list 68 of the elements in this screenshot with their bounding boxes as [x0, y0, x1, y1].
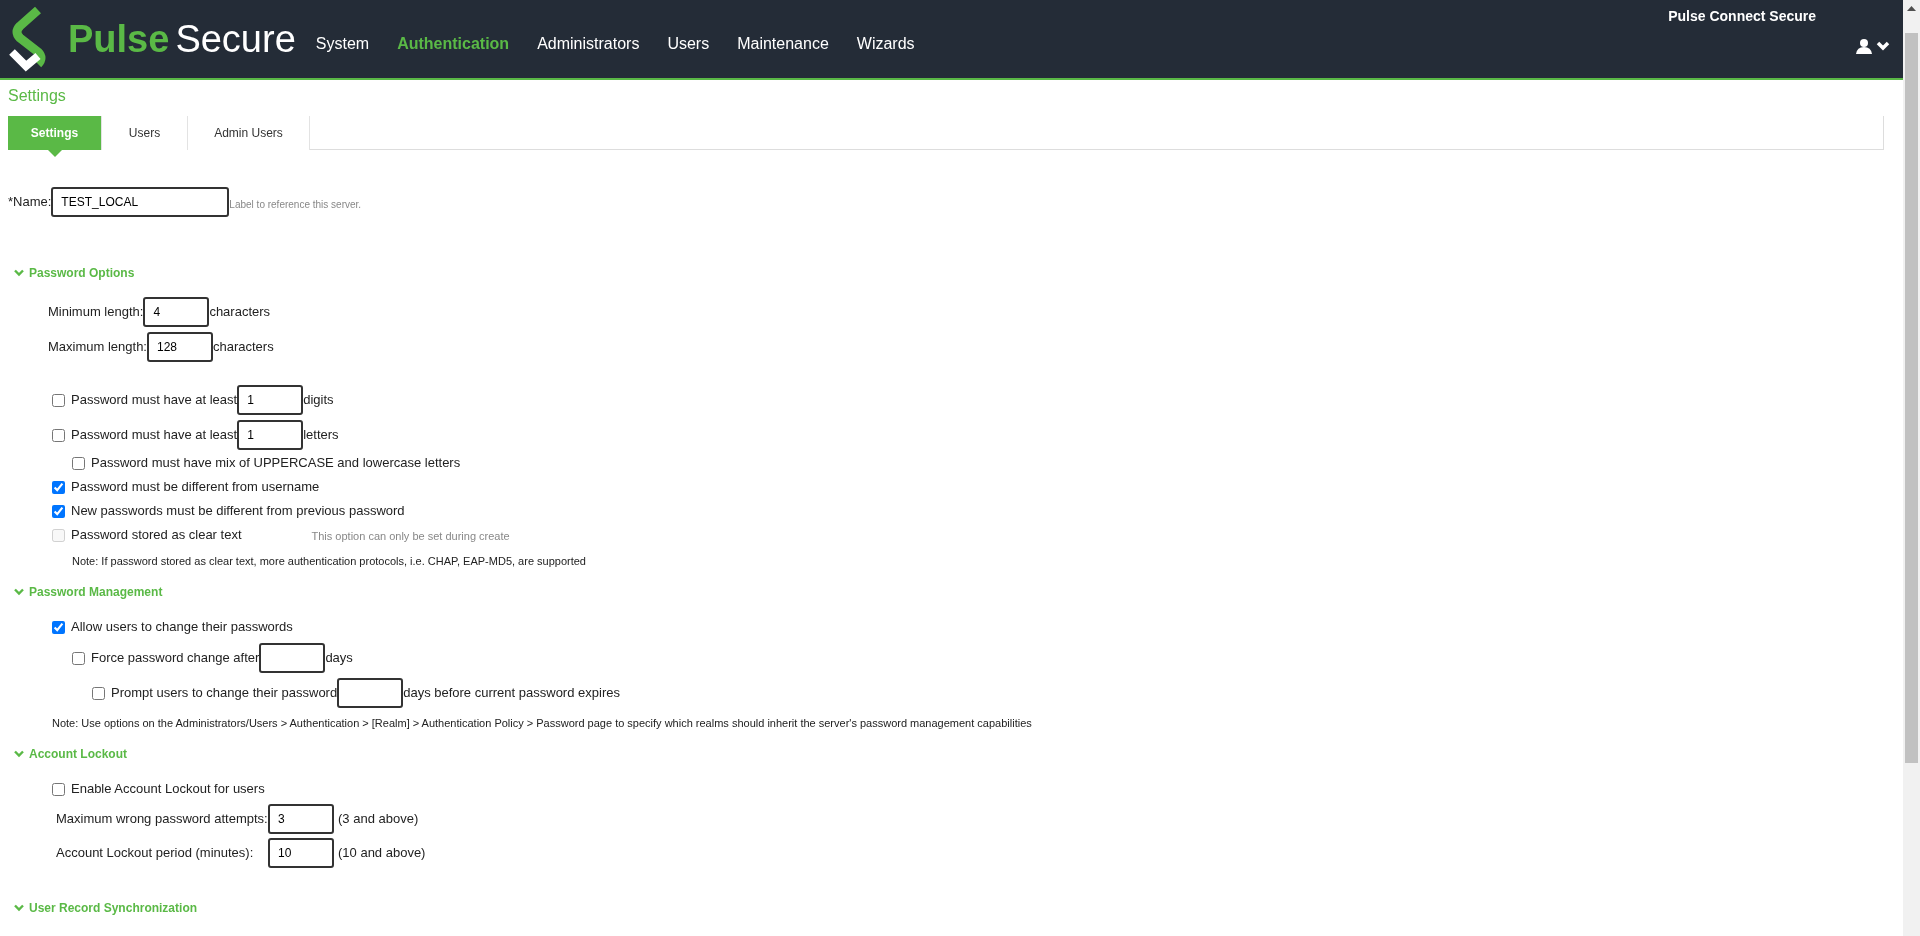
- checkbox-label: Prompt users to change their password: [111, 684, 338, 703]
- nav-link[interactable]: Wizards: [856, 32, 915, 56]
- nav-link[interactable]: Maintenance: [737, 32, 829, 56]
- chevron-down-icon: [14, 588, 24, 596]
- field-suffix: characters: [213, 338, 274, 357]
- input-field[interactable]: 128: [147, 332, 213, 362]
- hint-text: Label to reference this server.: [229, 197, 362, 212]
- user-menu-button[interactable]: [1856, 38, 1890, 54]
- nav-link[interactable]: Authentication: [397, 32, 510, 56]
- chevron-down-icon: [14, 904, 24, 912]
- checkbox-label: Password must have mix of UPPERCASE and lowercase letters: [91, 454, 461, 473]
- product-name: Pulse Connect Secure: [1668, 7, 1816, 26]
- checkbox-label: Enable Account Lockout for users: [71, 780, 265, 799]
- checkbox-label: Password must be different from username: [71, 478, 320, 497]
- checkbox-label: Password must have at least: [71, 391, 238, 410]
- checkbox[interactable]: [52, 620, 65, 634]
- checkbox[interactable]: [52, 782, 65, 796]
- field-suffix: (3 and above): [338, 810, 419, 829]
- checkbox-label: New passwords must be different from previous password: [71, 502, 405, 521]
- brand-text: Secure: [175, 20, 296, 58]
- checkbox[interactable]: [52, 480, 65, 494]
- input-field[interactable]: 4: [143, 297, 210, 327]
- scrollbar[interactable]: [1903, 0, 1920, 936]
- checkbox[interactable]: [52, 393, 65, 407]
- chevron-down-icon: [1876, 41, 1890, 51]
- field-label: Account Lockout period (minutes):: [56, 844, 255, 863]
- checkbox[interactable]: [52, 504, 65, 518]
- tab-pointer: [47, 150, 62, 157]
- input-field[interactable]: TEST_LOCAL: [51, 187, 230, 217]
- user-icon: [1856, 38, 1872, 54]
- nav-link[interactable]: System: [315, 32, 370, 56]
- tab[interactable]: Users: [102, 116, 188, 150]
- input-field[interactable]: 3: [268, 804, 334, 834]
- note-text: Note: Use options on the Administrators/Users > Authentication > [Realm] > Authentication Policy > Password page to specify which realms should inherit the server's password management capabilities: [52, 716, 1033, 731]
- field-suffix: digits: [303, 391, 334, 410]
- scroll-up-icon[interactable]: [1907, 5, 1916, 11]
- checkbox[interactable]: [92, 686, 105, 700]
- field-label: *Name:: [8, 193, 52, 212]
- checkbox[interactable]: [52, 428, 65, 442]
- field-suffix: days before current password expires: [403, 684, 620, 703]
- field-label: Minimum length:: [48, 303, 144, 322]
- checkbox-label: Force password change after: [91, 649, 260, 668]
- input-field[interactable]: 1: [237, 385, 304, 415]
- page-title: Settings: [8, 86, 67, 106]
- field-suffix: (10 and above): [338, 844, 426, 863]
- input-field[interactable]: 1: [237, 420, 304, 450]
- scrollbar-thumb[interactable]: [1905, 33, 1918, 763]
- field-suffix: days: [325, 649, 353, 668]
- hint-text: This option can only be set during create: [311, 529, 510, 545]
- note-text: Note: If password stored as clear text, more authentication protocols, i.e. CHAP, EAP-MD5, are supported: [72, 554, 587, 569]
- field-suffix: letters: [303, 426, 339, 445]
- checkbox-label: Password must have at least: [71, 426, 238, 445]
- tab[interactable]: Admin Users: [188, 116, 310, 150]
- input-field[interactable]: [259, 643, 326, 673]
- input-field[interactable]: 10: [268, 838, 334, 868]
- chevron-down-icon: [14, 269, 24, 277]
- brand-text: Pulse: [68, 20, 170, 58]
- checkbox[interactable]: [72, 456, 85, 470]
- checkbox[interactable]: [72, 651, 85, 665]
- checkbox-label: Allow users to change their passwords: [71, 618, 293, 637]
- field-label: Maximum wrong password attempts:: [56, 810, 268, 829]
- input-field[interactable]: [337, 678, 404, 708]
- chevron-down-icon: [14, 750, 24, 758]
- nav-link[interactable]: Users: [667, 32, 710, 56]
- field-label: Maximum length:: [48, 338, 147, 357]
- field-suffix: characters: [209, 303, 271, 322]
- nav-link[interactable]: Administrators: [537, 32, 640, 56]
- checkbox-label: Password stored as clear text: [71, 526, 242, 545]
